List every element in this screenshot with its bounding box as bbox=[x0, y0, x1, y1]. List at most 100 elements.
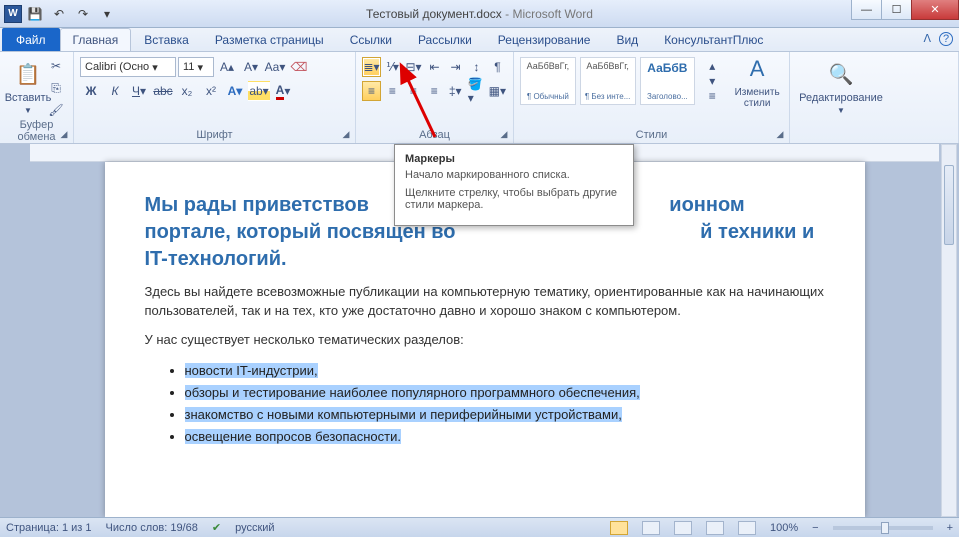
list-item: знакомство с новыми компьютерными и пери… bbox=[185, 404, 825, 426]
tab-view[interactable]: Вид bbox=[603, 28, 651, 51]
font-color-icon[interactable]: A▾ bbox=[272, 81, 294, 101]
change-case-icon[interactable]: Aa▾ bbox=[264, 57, 286, 77]
group-clipboard: 📋 Вставить ▼ ✂ ⎘ 🖌 Буфер обмена ◢ bbox=[0, 52, 74, 143]
zoom-out-icon[interactable]: − bbox=[812, 522, 818, 534]
italic-icon[interactable]: К bbox=[104, 81, 126, 101]
styles-expand-icon[interactable]: ≡ bbox=[701, 89, 723, 103]
align-center-icon[interactable]: ≡ bbox=[383, 81, 402, 101]
cut-icon[interactable]: ✂ bbox=[45, 56, 67, 76]
paragraph-launcher-icon[interactable]: ◢ bbox=[498, 128, 510, 140]
app-name: Microsoft Word bbox=[512, 7, 592, 21]
file-tab[interactable]: Файл bbox=[2, 28, 60, 51]
group-editing: 🔍 Редактирование ▼ bbox=[790, 52, 959, 143]
styles-up-icon[interactable]: ▴ bbox=[701, 59, 723, 73]
grow-font-icon[interactable]: A▴ bbox=[216, 57, 238, 77]
strike-icon[interactable]: abc bbox=[152, 81, 174, 101]
view-draft-icon[interactable] bbox=[738, 521, 756, 535]
style-heading[interactable]: АаБбВ Заголово... bbox=[640, 57, 696, 105]
close-button[interactable]: ✕ bbox=[911, 0, 959, 20]
group-font: Calibri (Осно ▾ 11 ▾ A▴ A▾ Aa▾ ⌫ Ж К Ч▾ … bbox=[74, 52, 356, 143]
scrollbar-thumb[interactable] bbox=[944, 165, 954, 245]
qat-save-icon[interactable]: 💾 bbox=[24, 4, 46, 24]
align-left-icon[interactable]: ≡ bbox=[362, 81, 381, 101]
dec-indent-icon[interactable]: ⇤ bbox=[425, 57, 444, 77]
subscript-icon[interactable]: x₂ bbox=[176, 81, 198, 101]
word-icon: W bbox=[4, 5, 22, 23]
change-styles-icon: A bbox=[741, 53, 773, 85]
zoom-level[interactable]: 100% bbox=[770, 522, 798, 534]
clear-format-icon[interactable]: ⌫ bbox=[288, 57, 310, 77]
list-item: новости IT-индустрии, bbox=[185, 360, 825, 382]
status-page[interactable]: Страница: 1 из 1 bbox=[6, 522, 92, 534]
view-outline-icon[interactable] bbox=[706, 521, 724, 535]
line-spacing-icon[interactable]: ‡▾ bbox=[446, 81, 465, 101]
highlight-icon[interactable]: ab▾ bbox=[248, 81, 270, 101]
view-read-icon[interactable] bbox=[642, 521, 660, 535]
font-launcher-icon[interactable]: ◢ bbox=[340, 128, 352, 140]
tab-consultant[interactable]: КонсультантПлюс bbox=[651, 28, 776, 51]
qat-undo-icon[interactable]: ↶ bbox=[48, 4, 70, 24]
shading-icon[interactable]: 🪣▾ bbox=[467, 81, 486, 101]
shrink-font-icon[interactable]: A▾ bbox=[240, 57, 262, 77]
binoculars-icon: 🔍 bbox=[825, 58, 857, 90]
maximize-button[interactable]: ☐ bbox=[881, 0, 911, 20]
title-bar: W 💾 ↶ ↷ ▾ Тестовый документ.docx - Micro… bbox=[0, 0, 959, 28]
text-effects-icon[interactable]: A▾ bbox=[224, 81, 246, 101]
status-proofing-icon[interactable]: ✔ bbox=[212, 521, 221, 534]
minimize-button[interactable]: — bbox=[851, 0, 881, 20]
tab-home[interactable]: Главная bbox=[60, 28, 132, 51]
styles-down-icon[interactable]: ▾ bbox=[701, 74, 723, 88]
align-right-icon[interactable]: ≡ bbox=[404, 81, 423, 101]
paste-icon: 📋 bbox=[12, 58, 44, 90]
tab-layout[interactable]: Разметка страницы bbox=[202, 28, 337, 51]
list-item: обзоры и тестирование наиболее популярно… bbox=[185, 382, 825, 404]
inc-indent-icon[interactable]: ⇥ bbox=[446, 57, 465, 77]
find-button[interactable]: 🔍 Редактирование ▼ bbox=[796, 56, 886, 117]
bullets-button[interactable]: ≣▾ bbox=[362, 57, 381, 77]
copy-icon[interactable]: ⎘ bbox=[45, 78, 67, 98]
bold-icon[interactable]: Ж bbox=[80, 81, 102, 101]
font-size-combo[interactable]: 11 ▾ bbox=[178, 57, 214, 77]
vertical-scrollbar[interactable] bbox=[941, 144, 957, 517]
status-words[interactable]: Число слов: 19/68 bbox=[106, 522, 198, 534]
paste-button[interactable]: 📋 Вставить ▼ bbox=[6, 56, 50, 117]
styles-launcher-icon[interactable]: ◢ bbox=[774, 128, 786, 140]
style-normal[interactable]: АаБбВвГг, ¶ Обычный bbox=[520, 57, 576, 105]
multilevel-icon[interactable]: ⊟▾ bbox=[404, 57, 423, 77]
sort-icon[interactable]: ↕ bbox=[467, 57, 486, 77]
qat-redo-icon[interactable]: ↷ bbox=[72, 4, 94, 24]
ribbon: 📋 Вставить ▼ ✂ ⎘ 🖌 Буфер обмена ◢ Calibr… bbox=[0, 52, 959, 144]
borders-icon[interactable]: ▦▾ bbox=[488, 81, 507, 101]
font-name-combo[interactable]: Calibri (Осно ▾ bbox=[80, 57, 176, 77]
zoom-in-icon[interactable]: + bbox=[947, 522, 953, 534]
tab-mailings[interactable]: Рассылки bbox=[405, 28, 485, 51]
status-bar: Страница: 1 из 1 Число слов: 19/68 ✔ рус… bbox=[0, 517, 959, 537]
underline-icon[interactable]: Ч▾ bbox=[128, 81, 150, 101]
format-painter-icon[interactable]: 🖌 bbox=[45, 100, 67, 120]
status-language[interactable]: русский bbox=[235, 522, 274, 534]
help-icon[interactable]: ? bbox=[939, 32, 953, 46]
qat-customize-icon[interactable]: ▾ bbox=[96, 4, 118, 24]
tooltip-line2: Щелкните стрелку, чтобы выбрать другие с… bbox=[405, 187, 623, 211]
style-nospacing[interactable]: АаБбВвГг, ¶ Без инте... bbox=[580, 57, 636, 105]
zoom-slider[interactable] bbox=[833, 526, 933, 530]
doc-title: Тестовый документ.docx bbox=[366, 7, 502, 21]
clipboard-launcher-icon[interactable]: ◢ bbox=[58, 128, 70, 140]
paragraph-2: У нас существует несколько тематических … bbox=[145, 331, 825, 350]
group-label-styles: Стили bbox=[520, 127, 783, 141]
group-label-paragraph: Абзац bbox=[362, 127, 507, 141]
paragraph-1: Здесь вы найдете всевозможные публикации… bbox=[145, 283, 825, 321]
change-styles-button[interactable]: A Изменить стили bbox=[731, 51, 783, 111]
tab-review[interactable]: Рецензирование bbox=[485, 28, 604, 51]
tab-references[interactable]: Ссылки bbox=[337, 28, 405, 51]
numbering-icon[interactable]: ⅟▾ bbox=[383, 57, 402, 77]
group-paragraph: ≣▾ ⅟▾ ⊟▾ ⇤ ⇥ ↕ ¶ ≡ ≡ ≡ ≡ ‡▾ 🪣▾ ▦▾ Абзац … bbox=[356, 52, 514, 143]
tooltip-line1: Начало маркированного списка. bbox=[405, 169, 623, 181]
justify-icon[interactable]: ≡ bbox=[425, 81, 444, 101]
show-marks-icon[interactable]: ¶ bbox=[488, 57, 507, 77]
view-print-icon[interactable] bbox=[610, 521, 628, 535]
minimize-ribbon-icon[interactable]: ᐱ bbox=[923, 32, 931, 46]
view-web-icon[interactable] bbox=[674, 521, 692, 535]
tab-insert[interactable]: Вставка bbox=[131, 28, 202, 51]
superscript-icon[interactable]: x² bbox=[200, 81, 222, 101]
